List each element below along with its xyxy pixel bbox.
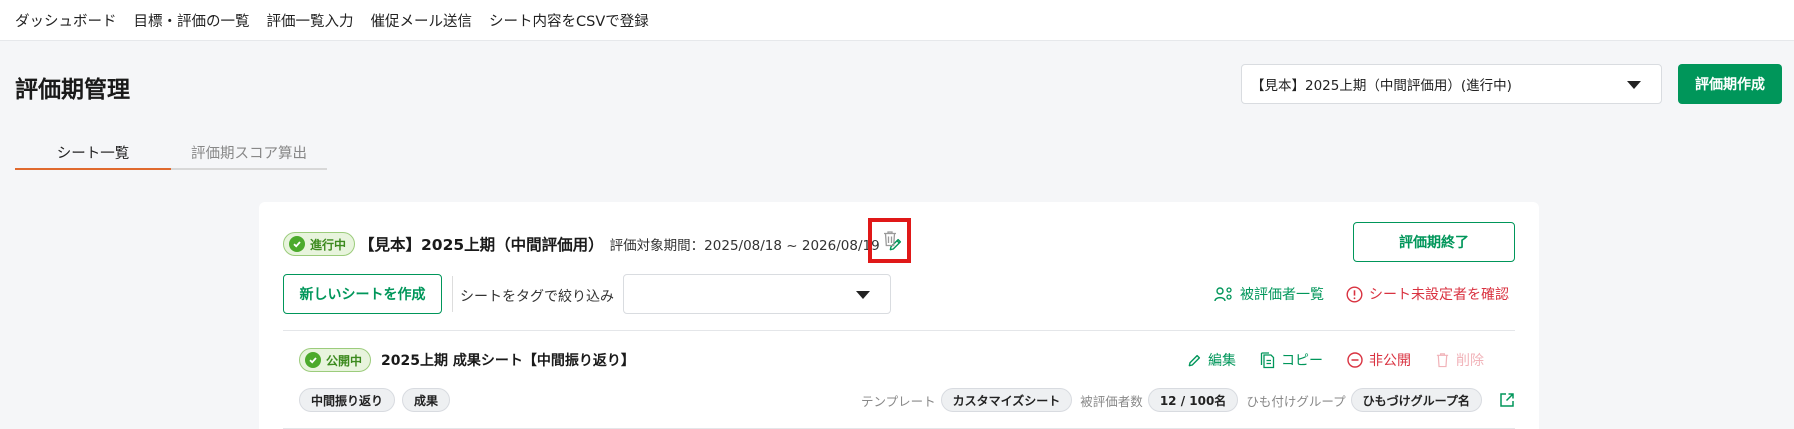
group-label: ひも付けグループ bbox=[1246, 393, 1346, 409]
template-value: カスタマイズシート bbox=[940, 388, 1073, 412]
document-icon bbox=[1260, 351, 1275, 368]
tag-filter-select[interactable] bbox=[623, 274, 891, 314]
sheet-tags: 中間振り返り 成果 bbox=[299, 388, 451, 412]
caret-down-icon bbox=[1627, 81, 1641, 89]
users-icon bbox=[1214, 287, 1232, 302]
nav-goals-list[interactable]: 目標・評価の一覧 bbox=[134, 10, 250, 31]
nav-dashboard[interactable]: ダッシュボード bbox=[15, 10, 117, 31]
pencil-icon bbox=[1188, 354, 1201, 366]
sheet-meta: テンプレート カスタマイズシート 被評価者数 12 / 100名 ひも付けグルー… bbox=[858, 388, 1515, 412]
group-value: ひもづけグループ名 bbox=[1350, 388, 1482, 412]
sheet-name: 2025上期 成果シート【中間振り返り】 bbox=[381, 353, 635, 369]
create-period-button[interactable]: 評価期作成 bbox=[1678, 64, 1782, 104]
new-sheet-button[interactable]: 新しいシートを作成 bbox=[283, 274, 442, 314]
nav-csv-import[interactable]: シート内容をCSVで登録 bbox=[489, 10, 649, 31]
edit-sheet-button[interactable]: 編集 bbox=[1187, 350, 1236, 370]
nav-bulk-input[interactable]: 評価一覧入力 bbox=[267, 10, 354, 31]
evaluatee-count-label: 被評価者数 bbox=[1080, 393, 1143, 409]
alert-circle-icon bbox=[1346, 285, 1363, 303]
trash-icon bbox=[1436, 353, 1449, 368]
divider bbox=[452, 276, 453, 312]
period-select[interactable]: 【見本】2025上期（中間評価用）(進行中) bbox=[1241, 64, 1662, 104]
period-select-value: 【見本】2025上期（中間評価用）(進行中) bbox=[1251, 78, 1512, 94]
caret-down-icon bbox=[856, 291, 870, 299]
tab-period-score[interactable]: 評価期スコア算出 bbox=[171, 136, 327, 170]
nav-reminder-mail[interactable]: 催促メール送信 bbox=[371, 10, 473, 31]
period-card: 進行中 【見本】2025上期（中間評価用） 評価対象期間：2025/08/18 … bbox=[259, 202, 1539, 429]
period-status-badge: 進行中 bbox=[283, 232, 356, 256]
tag-chip: 成果 bbox=[402, 388, 451, 412]
page-title: 評価期管理 bbox=[15, 77, 130, 103]
external-link-icon[interactable] bbox=[1499, 392, 1515, 408]
tab-sheet-list[interactable]: シート一覧 bbox=[15, 136, 171, 170]
delete-sheet-button[interactable]: 削除 bbox=[1435, 350, 1484, 370]
period-header: 進行中 【見本】2025上期（中間評価用） 評価対象期間：2025/08/18 … bbox=[283, 232, 903, 256]
sheet-status-badge: 公開中 bbox=[299, 348, 372, 372]
tabs: シート一覧 評価期スコア算出 bbox=[15, 136, 327, 170]
evaluatee-list-link[interactable]: 被評価者一覧 bbox=[1214, 284, 1324, 304]
tag-filter-label: シートをタグで絞り込み bbox=[460, 289, 614, 305]
sheet-actions: 編集 コピー 非公開 削除 bbox=[1187, 350, 1484, 370]
copy-sheet-button[interactable]: コピー bbox=[1260, 350, 1323, 370]
check-icon bbox=[305, 352, 321, 368]
template-label: テンプレート bbox=[861, 393, 936, 409]
trash-icon bbox=[882, 230, 898, 251]
minus-circle-icon bbox=[1347, 352, 1363, 368]
delete-period-highlight[interactable] bbox=[868, 218, 911, 263]
unpublish-sheet-button[interactable]: 非公開 bbox=[1347, 350, 1411, 370]
evaluatee-count-value: 12 / 100名 bbox=[1147, 388, 1239, 412]
sheet-row: 公開中 2025上期 成果シート【中間振り返り】 bbox=[299, 348, 635, 372]
top-nav: ダッシュボード 目標・評価の一覧 評価一覧入力 催促メール送信 シート内容をCS… bbox=[0, 0, 1794, 41]
tag-chip: 中間振り返り bbox=[299, 388, 396, 412]
unset-sheet-check-link[interactable]: シート未設定者を確認 bbox=[1346, 284, 1509, 304]
period-range: 評価対象期間：2025/08/18 ~ 2026/08/19 bbox=[609, 238, 880, 254]
check-icon bbox=[289, 236, 305, 252]
period-name: 【見本】2025上期（中間評価用） bbox=[359, 236, 604, 254]
end-period-button[interactable]: 評価期終了 bbox=[1353, 222, 1515, 262]
divider bbox=[283, 330, 1515, 331]
